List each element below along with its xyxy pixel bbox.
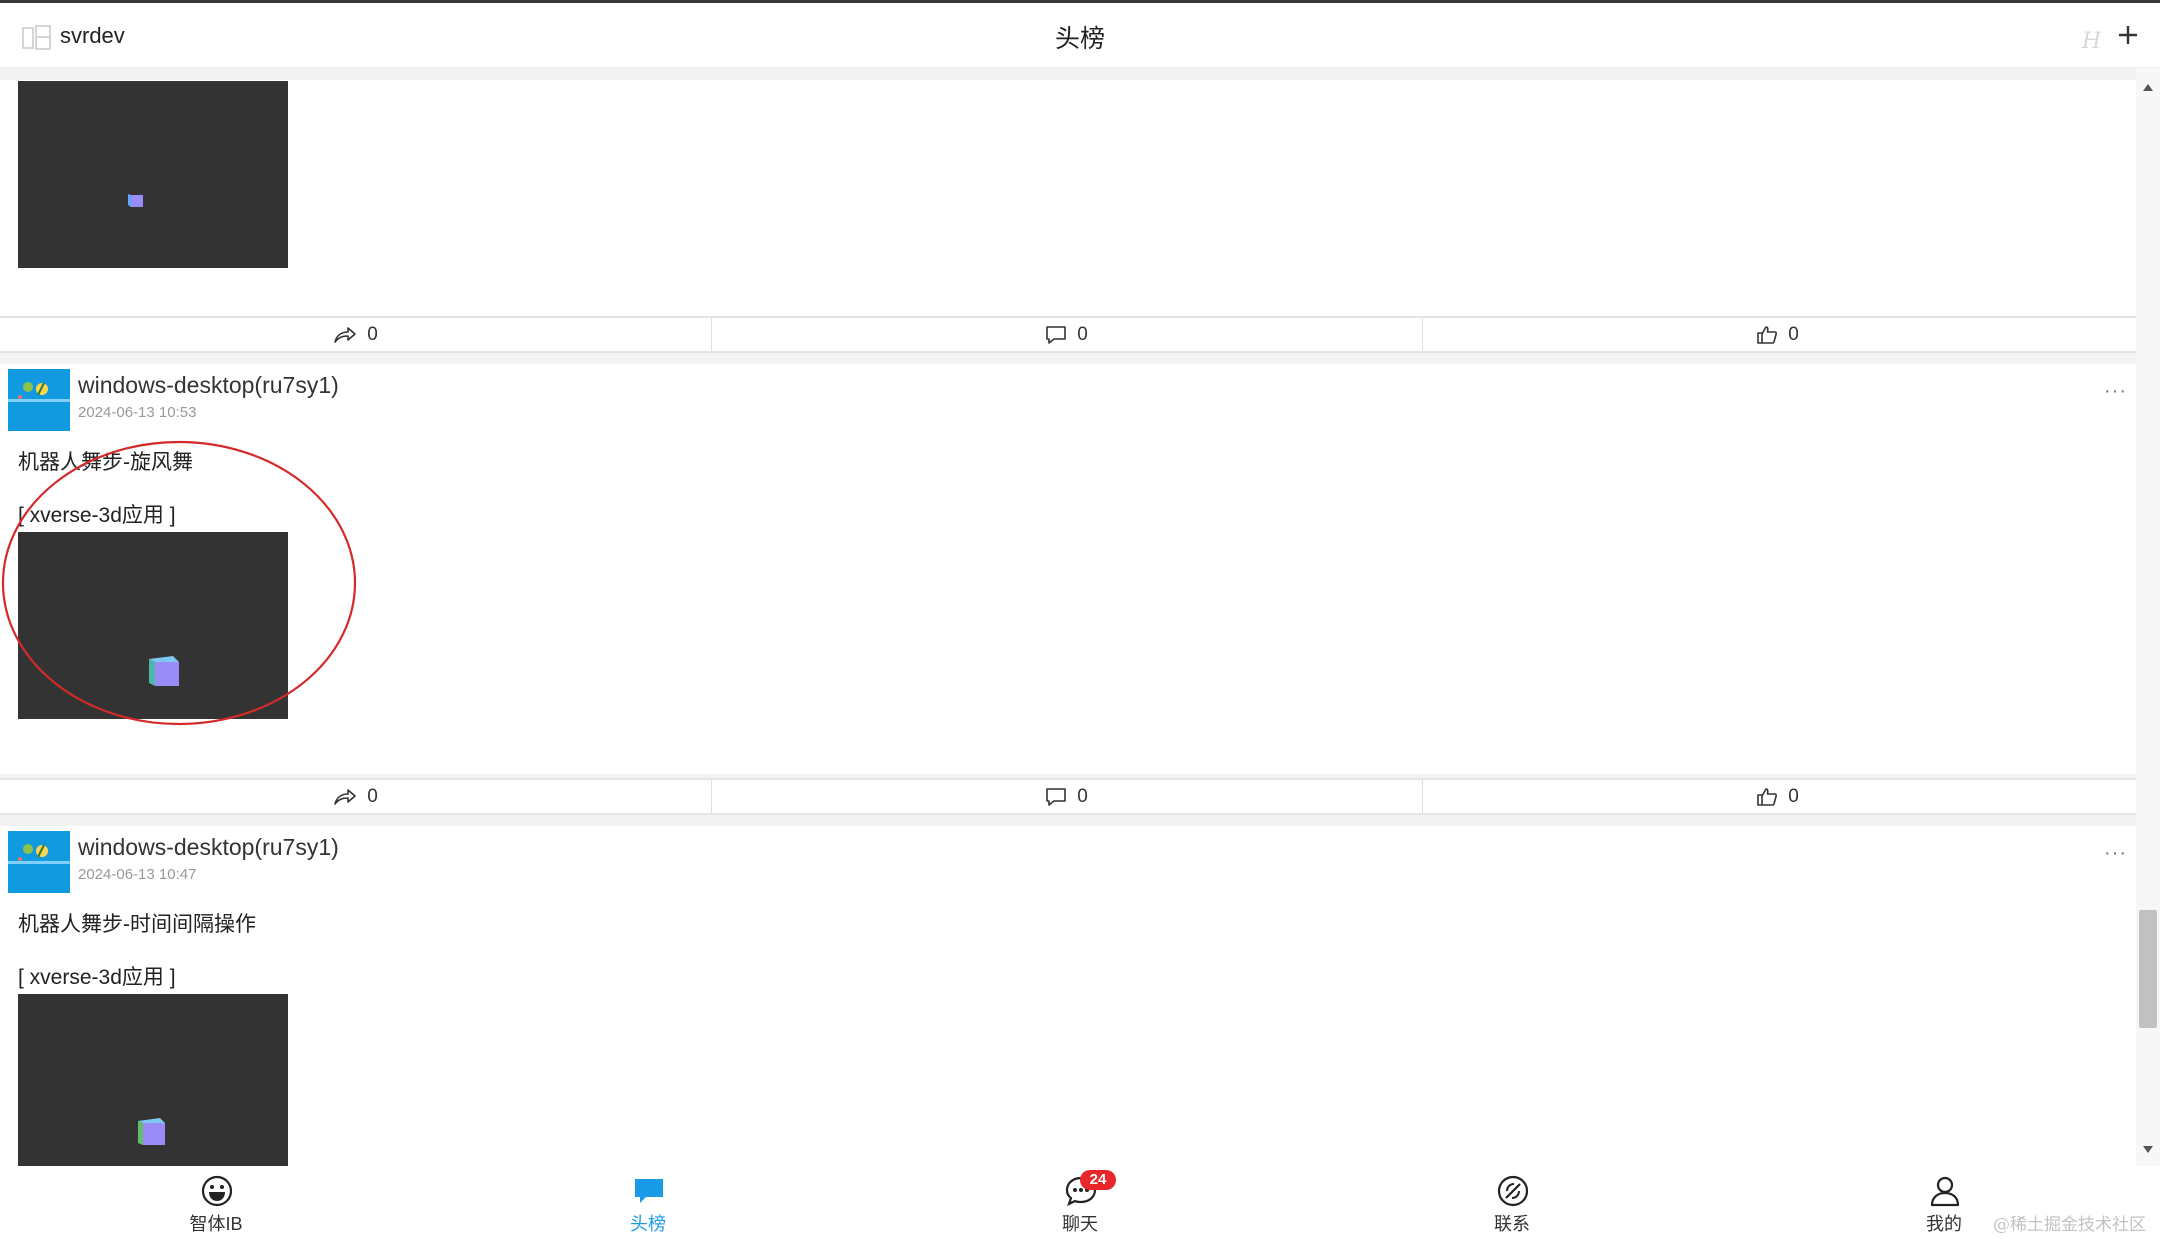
post-action-bar: 0 0 0 (0, 316, 2136, 353)
tab-label: 聊天 (1062, 1214, 1098, 1234)
feed-scrollbar[interactable] (2136, 68, 2160, 1166)
like-button[interactable]: 0 (1422, 318, 2133, 351)
like-count: 0 (1788, 323, 1799, 345)
post-author[interactable]: windows-desktop(ru7sy1) (78, 372, 339, 399)
thumbs-up-icon (1757, 325, 1778, 344)
post-title[interactable]: 机器人舞步-旋风舞 (18, 446, 193, 476)
avatar[interactable] (8, 831, 70, 893)
like-button[interactable]: 0 (1422, 780, 2133, 813)
post-thumbnail[interactable] (18, 532, 288, 719)
post-title[interactable]: 机器人舞步-时间间隔操作 (18, 908, 256, 938)
like-count: 0 (1788, 785, 1799, 807)
share-button[interactable]: 0 (0, 780, 712, 813)
post-action-bar: 0 0 0 (0, 778, 2136, 815)
post-time: 2024-06-13 10:47 (78, 866, 197, 883)
scroll-down-arrow-icon[interactable] (2143, 1146, 2153, 1153)
post-author[interactable]: windows-desktop(ru7sy1) (78, 834, 339, 861)
share-icon (334, 788, 357, 805)
scroll-up-arrow-icon[interactable] (2143, 84, 2153, 91)
post-time: 2024-06-13 10:53 (78, 404, 197, 421)
tab-toubang[interactable]: 头榜 (432, 1166, 864, 1239)
unread-badge: 24 (1080, 1170, 1116, 1190)
comment-button[interactable]: 0 (711, 780, 1423, 813)
more-options-icon[interactable]: ··· (2104, 380, 2127, 403)
page-title: 头榜 (1054, 25, 1105, 53)
compass-icon (1497, 1175, 1529, 1207)
tab-contacts[interactable]: 联系 (1296, 1166, 1728, 1239)
post-thumbnail[interactable] (18, 81, 288, 268)
thumbs-up-icon (1757, 787, 1778, 806)
comment-icon (1046, 325, 1067, 344)
chat-bubble-icon (635, 1179, 663, 1203)
share-count: 0 (367, 785, 378, 807)
feed-list: 0 0 0 windows-desktop(ru7sy1) 2024-06-13… (0, 68, 2136, 1166)
share-count: 0 (367, 323, 378, 345)
more-options-icon[interactable]: ··· (2104, 842, 2127, 865)
tab-label: 联系 (1494, 1214, 1530, 1234)
tab-label: 头榜 (630, 1214, 666, 1234)
user-icon (1930, 1176, 1960, 1207)
post-tag[interactable]: [ xverse-3d应用 ] (18, 499, 176, 529)
share-button[interactable]: 0 (0, 318, 712, 351)
tab-label: 智体IB (189, 1214, 243, 1234)
post-tag[interactable]: [ xverse-3d应用 ] (18, 961, 176, 991)
add-icon[interactable] (2114, 21, 2142, 49)
watermark: @稀土掘金技术社区 (1993, 1215, 2146, 1235)
avatar[interactable] (8, 369, 70, 431)
share-icon (334, 326, 357, 343)
app-header: svrdev 头榜 H (0, 3, 2160, 68)
comment-count: 0 (1077, 323, 1088, 345)
post-card: windows-desktop(ru7sy1) 2024-06-13 10:47… (0, 826, 2136, 1166)
tab-zhiti-ib[interactable]: 智体IB (0, 1166, 432, 1239)
post-card: windows-desktop(ru7sy1) 2024-06-13 10:53… (0, 364, 2136, 774)
h-icon[interactable]: H (2082, 29, 2101, 54)
comment-button[interactable]: 0 (711, 318, 1423, 351)
cube-icon (128, 194, 143, 207)
cube-icon (149, 656, 179, 686)
comment-count: 0 (1077, 785, 1088, 807)
post-thumbnail[interactable] (18, 994, 288, 1166)
avatar-image (8, 831, 70, 893)
avatar-image (8, 369, 70, 431)
cube-icon (138, 1118, 165, 1145)
scrollbar-thumb[interactable] (2139, 910, 2157, 1028)
post-card (0, 80, 2136, 316)
comment-icon (1046, 787, 1067, 806)
smile-face-icon (201, 1175, 233, 1207)
